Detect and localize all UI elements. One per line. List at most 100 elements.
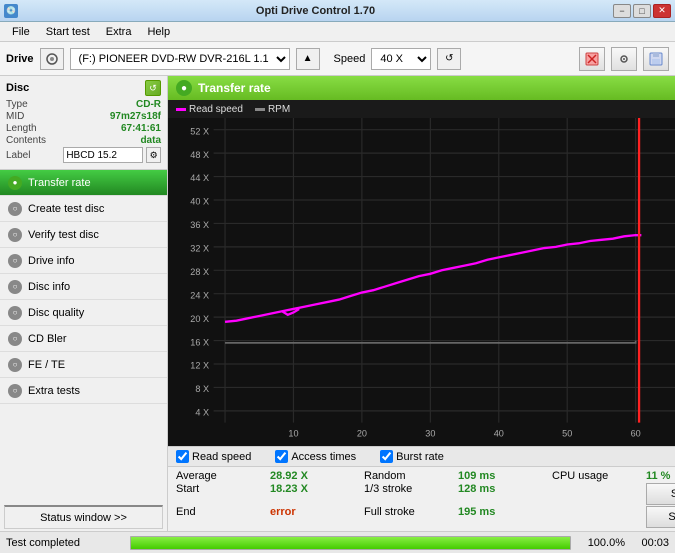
eject-button[interactable]: ▲	[296, 48, 320, 70]
stats-grid: Average 28.92 X Random 109 ms CPU usage …	[168, 466, 675, 531]
cb-access-times-input[interactable]	[275, 450, 288, 463]
chart-svg: 52 X 48 X 44 X 40 X 36 X 32 X 28 X 24 X …	[168, 118, 675, 446]
save-button[interactable]	[643, 47, 669, 71]
svg-text:28 X: 28 X	[190, 267, 209, 277]
status-window-button[interactable]: Status window >>	[4, 505, 163, 529]
svg-text:50: 50	[562, 429, 572, 439]
stat-full-stroke-key: Full stroke	[364, 506, 454, 528]
stat-stroke-key: 1/3 stroke	[364, 483, 454, 505]
cb-read-speed-input[interactable]	[176, 450, 189, 463]
legend-read-speed-label: Read speed	[189, 104, 243, 115]
nav-label-disc-info: Disc info	[28, 281, 70, 293]
menu-help[interactable]: Help	[139, 24, 178, 40]
svg-text:12 X: 12 X	[190, 361, 209, 371]
nav-item-verify-test-disc[interactable]: ○ Verify test disc	[0, 222, 167, 248]
stat-start-part-placeholder	[552, 506, 642, 528]
title-bar: 💿 Opti Drive Control 1.70 − □ ✕	[0, 0, 675, 22]
app-title: Opti Drive Control 1.70	[18, 5, 613, 17]
svg-text:30: 30	[425, 429, 435, 439]
nav-label-create-test-disc: Create test disc	[28, 203, 104, 215]
nav-label-disc-quality: Disc quality	[28, 307, 84, 319]
stat-random-val: 109 ms	[458, 470, 548, 482]
settings-button[interactable]	[611, 47, 637, 71]
start-full-button[interactable]: Start full	[646, 483, 675, 505]
nav-item-drive-info[interactable]: ○ Drive info	[0, 248, 167, 274]
drive-select[interactable]: (F:) PIONEER DVD-RW DVR-216L 1.10	[70, 48, 290, 70]
legend-read-speed-color	[176, 108, 186, 111]
svg-text:32 X: 32 X	[190, 243, 209, 253]
chart-area: 52 X 48 X 44 X 40 X 36 X 32 X 28 X 24 X …	[168, 118, 675, 446]
progress-container	[130, 536, 571, 550]
start-part-button[interactable]: Start part	[646, 506, 675, 528]
nav-label-fe-te: FE / TE	[28, 359, 65, 371]
minimize-button[interactable]: −	[613, 4, 631, 18]
status-text: Test completed	[6, 537, 126, 549]
progress-time: 00:03	[629, 537, 669, 549]
chart-title: Transfer rate	[198, 81, 271, 95]
maximize-button[interactable]: □	[633, 4, 651, 18]
stat-start-val: 18.23 X	[270, 483, 360, 505]
nav-item-disc-quality[interactable]: ○ Disc quality	[0, 300, 167, 326]
menu-bar: File Start test Extra Help	[0, 22, 675, 42]
nav-label-transfer-rate: Transfer rate	[28, 177, 91, 189]
disc-length-row: Length 67:41:61	[6, 123, 161, 134]
cb-burst-rate-input[interactable]	[380, 450, 393, 463]
nav-item-create-test-disc[interactable]: ○ Create test disc	[0, 196, 167, 222]
cb-burst-rate: Burst rate	[380, 450, 444, 463]
nav-menu: ● Transfer rate ○ Create test disc ○ Ver…	[0, 170, 167, 503]
nav-icon-cd-bler: ○	[8, 332, 22, 346]
nav-item-cd-bler[interactable]: ○ CD Bler	[0, 326, 167, 352]
disc-refresh-button[interactable]: ↺	[145, 80, 161, 96]
cb-access-times-label: Access times	[291, 451, 356, 463]
nav-icon-disc-info: ○	[8, 280, 22, 294]
svg-text:44 X: 44 X	[190, 173, 209, 183]
stat-end-key: End	[176, 506, 266, 528]
disc-mid-row: MID 97m27s18f	[6, 111, 161, 122]
svg-text:10: 10	[288, 429, 298, 439]
menu-file[interactable]: File	[4, 24, 38, 40]
disc-contents-key: Contents	[6, 135, 66, 146]
stat-start-key: Start	[176, 483, 266, 505]
speed-refresh-button[interactable]: ↺	[437, 48, 461, 70]
disc-contents-row: Contents data	[6, 135, 161, 146]
disc-mid-val: 97m27s18f	[110, 111, 161, 122]
stat-cpu-key: CPU usage	[552, 470, 642, 482]
speed-label: Speed	[334, 53, 366, 65]
nav-item-disc-info[interactable]: ○ Disc info	[0, 274, 167, 300]
disc-label-key: Label	[6, 150, 60, 161]
app-icon: 💿	[4, 4, 18, 18]
nav-icon-create-test-disc: ○	[8, 202, 22, 216]
clear-button[interactable]	[579, 47, 605, 71]
stat-average-val: 28.92 X	[270, 470, 360, 482]
main-content: Disc ↺ Type CD-R MID 97m27s18f Length 67…	[0, 76, 675, 531]
close-button[interactable]: ✕	[653, 4, 671, 18]
nav-item-transfer-rate[interactable]: ● Transfer rate	[0, 170, 167, 196]
disc-label-input[interactable]	[63, 147, 143, 163]
svg-text:24 X: 24 X	[190, 290, 209, 300]
nav-icon-transfer-rate: ●	[8, 176, 22, 190]
svg-text:40: 40	[494, 429, 504, 439]
nav-icon-extra-tests: ○	[8, 384, 22, 398]
nav-icon-drive-info: ○	[8, 254, 22, 268]
menu-extra[interactable]: Extra	[98, 24, 140, 40]
speed-select[interactable]: 40 X	[371, 48, 431, 70]
progress-bar	[131, 537, 570, 549]
disc-mid-key: MID	[6, 111, 66, 122]
stat-full-stroke-val: 195 ms	[458, 506, 548, 528]
nav-label-cd-bler: CD Bler	[28, 333, 67, 345]
disc-contents-val: data	[140, 135, 161, 146]
disc-section: Disc ↺ Type CD-R MID 97m27s18f Length 67…	[0, 76, 167, 170]
chart-header: ● Transfer rate	[168, 76, 675, 100]
label-edit-button[interactable]: ⚙	[146, 147, 161, 163]
drive-icon-button[interactable]	[40, 48, 64, 70]
disc-type-val: CD-R	[136, 99, 161, 110]
cb-read-speed: Read speed	[176, 450, 251, 463]
disc-type-key: Type	[6, 99, 66, 110]
nav-label-verify-test-disc: Verify test disc	[28, 229, 99, 241]
menu-start-test[interactable]: Start test	[38, 24, 98, 40]
progress-percent: 100.0%	[575, 537, 625, 549]
legend-read-speed: Read speed	[176, 104, 243, 115]
nav-item-fe-te[interactable]: ○ FE / TE	[0, 352, 167, 378]
nav-item-extra-tests[interactable]: ○ Extra tests	[0, 378, 167, 404]
stat-average-key: Average	[176, 470, 266, 482]
